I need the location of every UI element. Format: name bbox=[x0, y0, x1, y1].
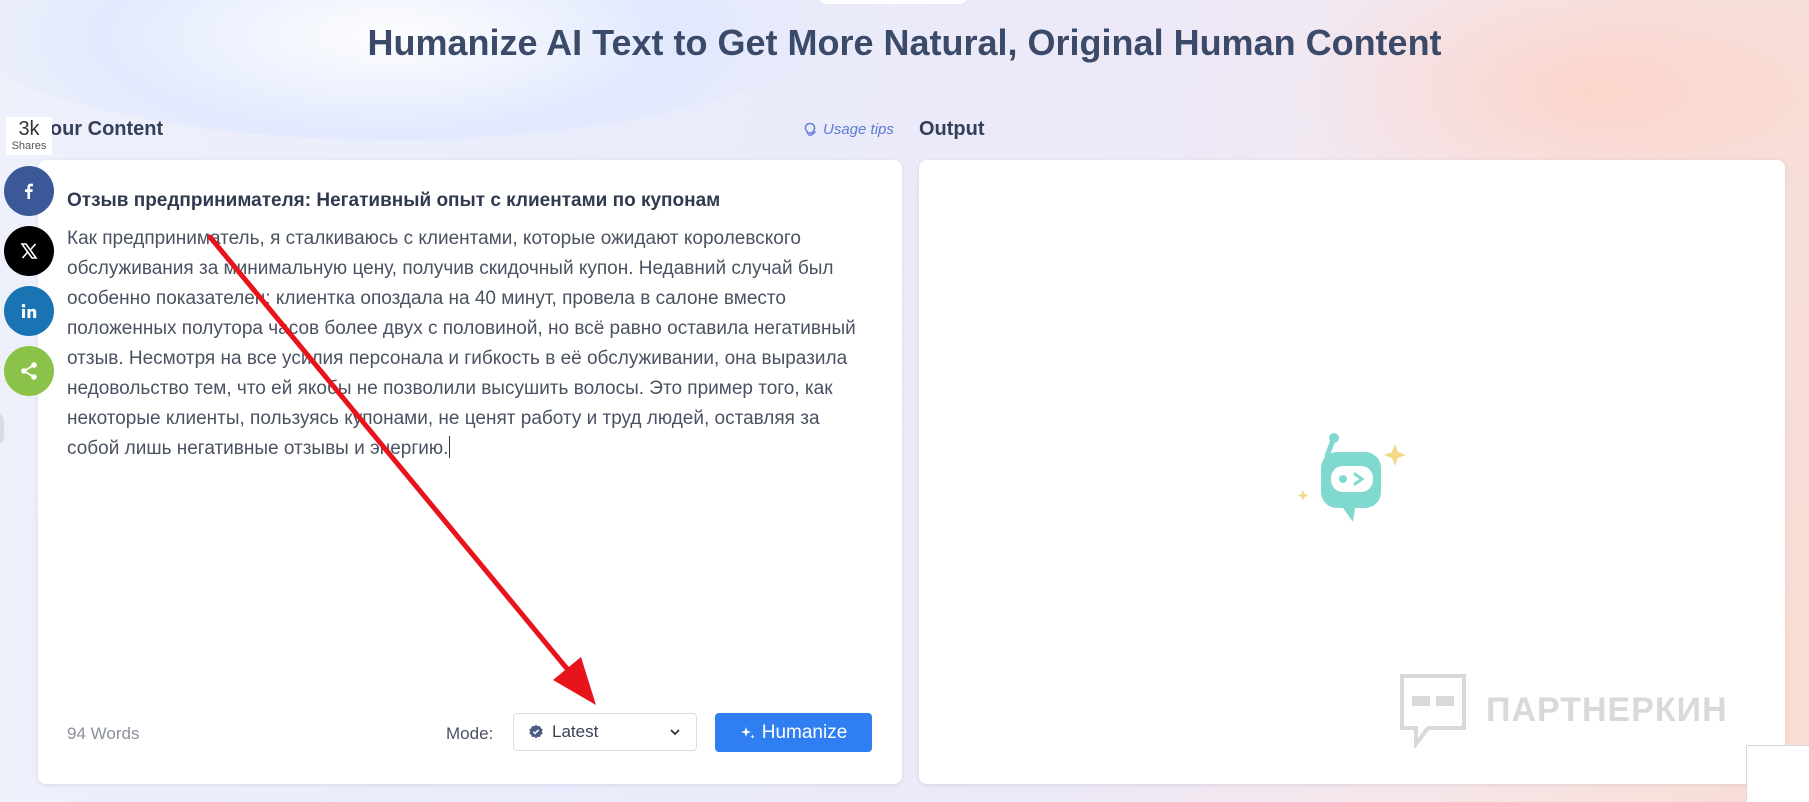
text-caret bbox=[449, 436, 451, 458]
share-icon bbox=[21, 362, 37, 380]
content-body-text: Как предприниматель, я сталкиваюсь с кли… bbox=[67, 228, 856, 459]
top-tab-pill bbox=[818, 0, 968, 4]
mode-selected-value: Latest bbox=[552, 722, 599, 741]
verified-badge-icon bbox=[529, 724, 543, 739]
facebook-share-button[interactable] bbox=[4, 166, 54, 216]
your-content-label: Your Content bbox=[38, 118, 164, 140]
share-count: 3k Shares bbox=[6, 117, 52, 155]
share-button[interactable] bbox=[4, 346, 54, 396]
humanize-button[interactable]: Humanize bbox=[715, 713, 872, 752]
x-icon bbox=[20, 243, 38, 259]
mode-label: Mode: bbox=[446, 724, 494, 743]
share-count-label: Shares bbox=[11, 140, 47, 152]
sparkle-icon bbox=[740, 726, 755, 739]
linkedin-share-button[interactable] bbox=[4, 286, 54, 336]
output-label: Output bbox=[919, 118, 985, 140]
page-title: Humanize AI Text to Get More Natural, Or… bbox=[367, 22, 1442, 63]
side-toggle-tab[interactable] bbox=[0, 412, 4, 446]
linkedin-icon bbox=[21, 303, 37, 318]
content-editor[interactable]: Отзыв предпринимателя: Негативный опыт с… bbox=[67, 190, 867, 464]
corner-widget[interactable] bbox=[1746, 745, 1809, 802]
word-count: 94 Words bbox=[67, 724, 140, 743]
content-title: Отзыв предпринимателя: Негативный опыт с… bbox=[67, 190, 721, 211]
content-body: Как предприниматель, я сталкиваюсь с кли… bbox=[67, 224, 867, 464]
usage-tips-link[interactable]: Usage tips bbox=[802, 121, 894, 138]
facebook-icon bbox=[25, 183, 33, 199]
share-count-number: 3k bbox=[18, 118, 40, 140]
watermark: ПАРТНЕРКИН bbox=[1398, 672, 1728, 748]
chevron-down-icon bbox=[670, 729, 680, 736]
watermark-text: ПАРТНЕРКИН bbox=[1486, 690, 1728, 729]
lightbulb-icon bbox=[804, 122, 816, 136]
watermark-logo-icon bbox=[1400, 674, 1466, 748]
input-panel: Отзыв предпринимателя: Негативный опыт с… bbox=[38, 160, 902, 784]
mode-dropdown[interactable]: Latest bbox=[513, 713, 697, 751]
robot-placeholder-icon bbox=[1297, 433, 1406, 522]
output-panel: ПАРТНЕРКИН bbox=[919, 160, 1785, 784]
usage-tips-label: Usage tips bbox=[823, 121, 894, 138]
humanize-button-label: Humanize bbox=[761, 721, 848, 743]
x-share-button[interactable] bbox=[4, 226, 54, 276]
